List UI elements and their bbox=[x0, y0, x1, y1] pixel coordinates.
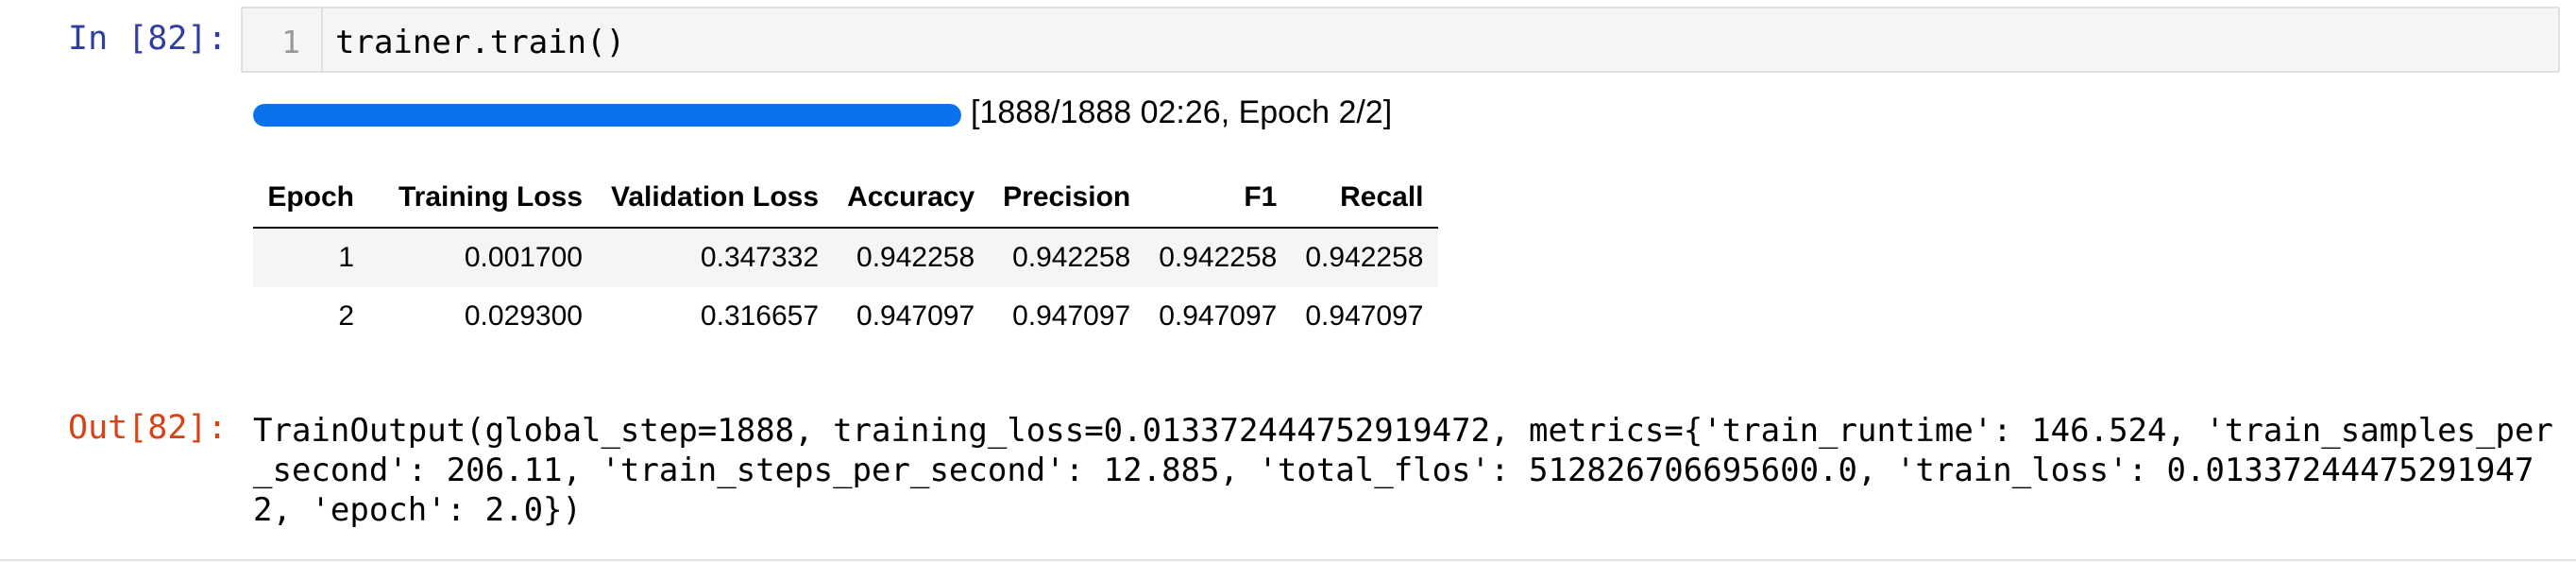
table-header-row: Epoch Training Loss Validation Loss Accu… bbox=[253, 168, 1438, 229]
cell-validation-loss: 0.316657 bbox=[700, 300, 820, 332]
line-number-gutter: 1 bbox=[243, 9, 323, 71]
cell-recall: 0.947097 bbox=[1305, 300, 1424, 332]
cell-accuracy: 0.942258 bbox=[833, 228, 990, 287]
cell-recall: 0.942258 bbox=[1291, 228, 1438, 287]
column-header-epoch: Epoch bbox=[253, 168, 368, 229]
progress-bar bbox=[253, 104, 961, 127]
cell-precision: 0.947097 bbox=[1012, 300, 1131, 332]
column-header-recall: Recall bbox=[1291, 168, 1438, 229]
cell-epoch: 1 bbox=[253, 228, 368, 287]
cell-divider bbox=[0, 559, 2576, 561]
column-header-precision: Precision bbox=[989, 168, 1145, 229]
column-header-training-loss: Training Loss bbox=[368, 168, 597, 229]
metrics-table: Epoch Training Loss Validation Loss Accu… bbox=[253, 168, 1438, 346]
cell-training-loss: 0.001700 bbox=[368, 228, 597, 287]
input-prompt: In [82]: bbox=[68, 20, 228, 58]
code-line[interactable]: trainer.train() bbox=[335, 26, 625, 60]
progress-bar-fill bbox=[253, 104, 961, 127]
table-row: 2 0.029300 0.316657 0.947097 0.947097 0.… bbox=[253, 287, 1438, 346]
column-header-accuracy: Accuracy bbox=[833, 168, 990, 229]
cell-f1: 0.942258 bbox=[1144, 228, 1292, 287]
column-header-validation-loss: Validation Loss bbox=[597, 168, 834, 229]
line-number: 1 bbox=[281, 24, 300, 60]
column-header-f1: F1 bbox=[1144, 168, 1292, 229]
cell-validation-loss: 0.347332 bbox=[597, 228, 834, 287]
output-text: TrainOutput(global_step=1888, training_l… bbox=[253, 412, 2553, 529]
cell-training-loss: 0.029300 bbox=[464, 300, 583, 332]
cell-precision: 0.942258 bbox=[989, 228, 1145, 287]
cell-f1: 0.947097 bbox=[1159, 300, 1278, 332]
code-editor[interactable]: 1 trainer.train() bbox=[241, 7, 2560, 73]
cell-epoch: 2 bbox=[338, 300, 354, 332]
output-prompt: Out[82]: bbox=[68, 409, 228, 447]
progress-status: [1888/1888 02:26, Epoch 2/2] bbox=[971, 94, 1393, 130]
cell-accuracy: 0.947097 bbox=[856, 300, 975, 332]
table-row: 1 0.001700 0.347332 0.942258 0.942258 0.… bbox=[253, 228, 1438, 287]
